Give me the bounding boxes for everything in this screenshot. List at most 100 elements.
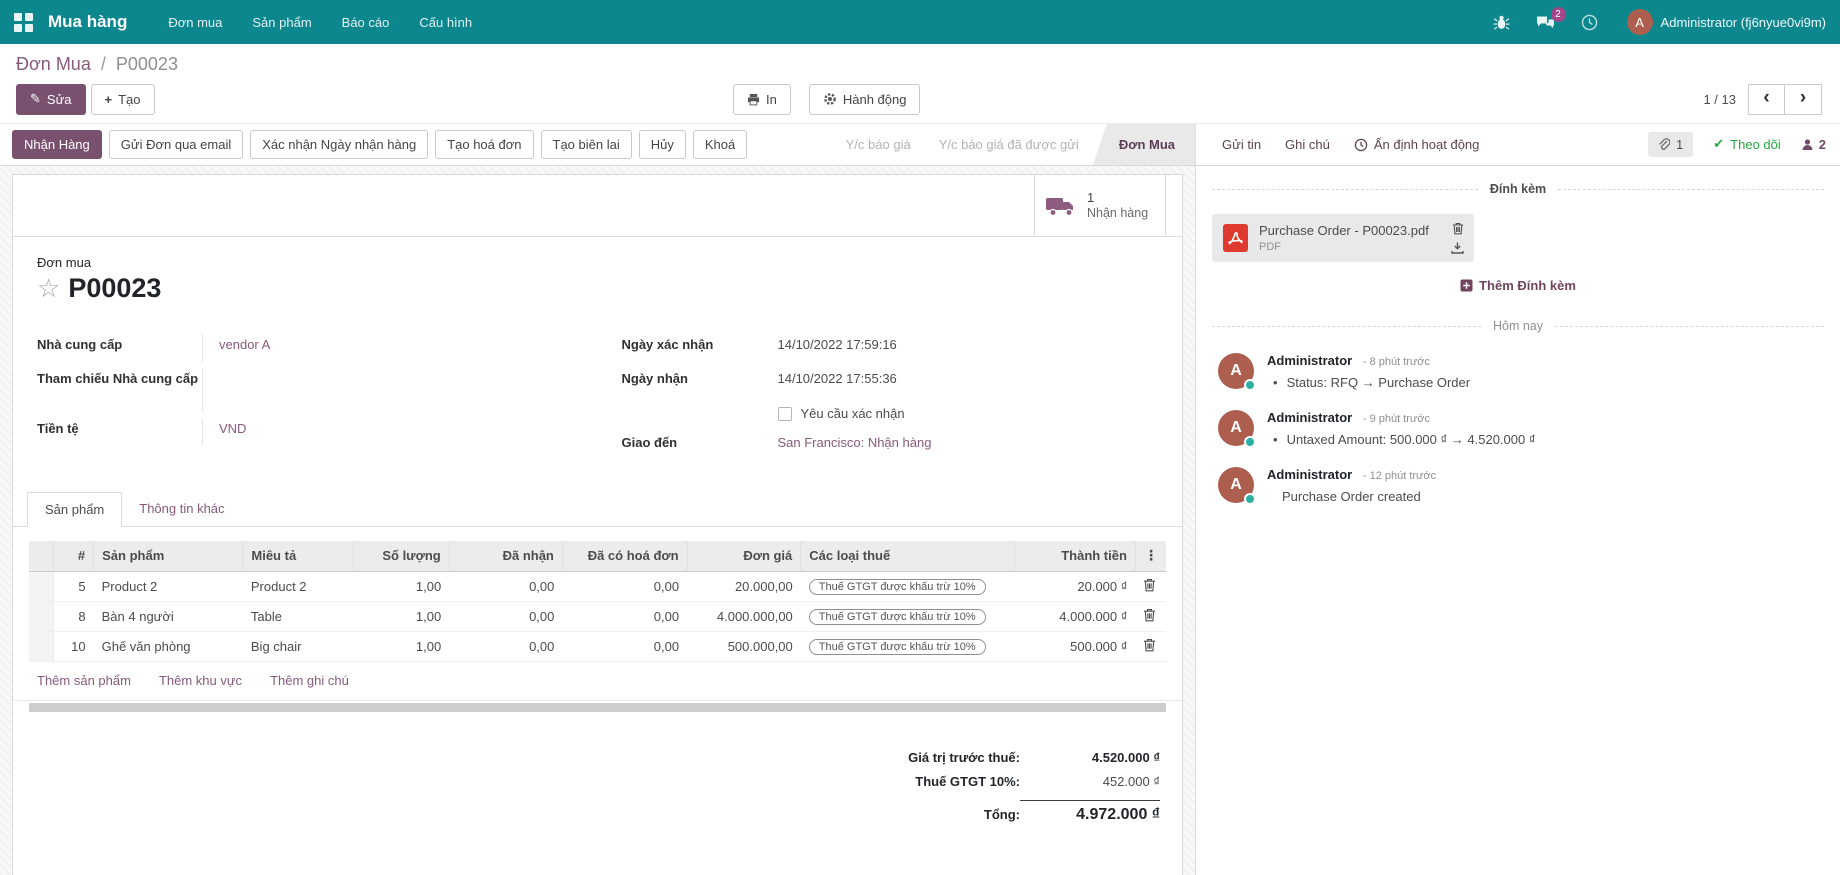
activities-button[interactable] — [1568, 0, 1611, 44]
delete-row-icon[interactable] — [1143, 578, 1156, 592]
cell-billed: 0,00 — [562, 571, 687, 601]
nav-menu-item[interactable]: Báo cáo — [327, 0, 405, 44]
apps-grid-icon — [14, 13, 33, 32]
notebook: Sản phẩm Thông tin khác # Sản phẩm Miêu … — [13, 492, 1182, 712]
message-avatar[interactable]: A — [1218, 353, 1254, 389]
message-author[interactable]: Administrator — [1267, 467, 1352, 482]
log-note-button[interactable]: Ghi chú — [1285, 137, 1330, 152]
online-presence-dot — [1244, 436, 1256, 448]
cell-subtotal: 500.000 ₫ — [1015, 631, 1136, 661]
pager-next-button[interactable]: › — [1785, 84, 1822, 115]
send-message-button[interactable]: Gửi tin — [1222, 137, 1261, 152]
attachment-filename: Purchase Order - P00023.pdf — [1259, 223, 1429, 238]
form-statusbar: Nhận HàngGửi Đơn qua emailXác nhận Ngày … — [0, 124, 1196, 165]
statusbar-action-button[interactable]: Tạo hoá đơn — [435, 130, 533, 159]
column-header-index[interactable]: # — [53, 541, 93, 572]
statusbar-action-button[interactable]: Khoá — [693, 130, 747, 159]
column-header-taxes[interactable]: Các loại thuế — [801, 541, 1015, 572]
edit-button[interactable]: ✎ Sửa — [16, 84, 86, 115]
message-author[interactable]: Administrator — [1267, 353, 1352, 368]
add-attachment-button[interactable]: Thêm Đính kèm — [1196, 278, 1840, 293]
column-header-unit-price[interactable]: Đơn giá — [687, 541, 801, 572]
breadcrumb-parent[interactable]: Đơn Mua — [16, 54, 91, 74]
action-button[interactable]: Hành động — [809, 84, 921, 115]
app-name[interactable]: Mua hàng — [46, 12, 153, 32]
order-line-row[interactable]: 10 Ghế văn phòng Big chair 1,00 0,00 0,0… — [29, 631, 1166, 661]
total-amount-value: 4.972.000 ₫ — [1020, 800, 1160, 824]
field-confirm-date: Ngày xác nhận 14/10/2022 17:59:16 — [622, 334, 1159, 362]
check-icon: ✔ — [1713, 137, 1724, 152]
column-header-description[interactable]: Miêu tả — [243, 541, 353, 572]
message-body: Status: RFQ → Purchase Order — [1287, 375, 1471, 390]
statusbar-action-button[interactable]: Xác nhận Ngày nhận hàng — [250, 130, 428, 159]
status-step[interactable]: Y/c báo giá đã được gửi — [925, 124, 1093, 165]
message-author[interactable]: Administrator — [1267, 410, 1352, 425]
follow-button[interactable]: ✔ Theo dõi — [1713, 137, 1781, 152]
content: 1 Nhận hàng Đơn mua ☆ P00023 Nhà cung cấ… — [0, 166, 1840, 875]
column-header-product[interactable]: Sản phẩm — [94, 541, 243, 572]
cell-taxes: Thuế GTGT được khấu trừ 10% — [801, 571, 1015, 601]
tab-other-info[interactable]: Thông tin khác — [122, 492, 241, 526]
apps-menu-button[interactable] — [0, 0, 46, 44]
delete-row-icon[interactable] — [1143, 638, 1156, 652]
attachments-button[interactable]: 1 — [1648, 132, 1693, 157]
form-view: 1 Nhận hàng Đơn mua ☆ P00023 Nhà cung cấ… — [0, 166, 1196, 875]
pdf-file-icon — [1222, 223, 1249, 253]
statusbar-action-button[interactable]: Hủy — [639, 130, 686, 159]
tax-amount-row: Thuế GTGT 10%: 452.000 ₫ — [830, 774, 1160, 789]
column-header-quantity[interactable]: Số lượng — [353, 541, 449, 572]
order-line-row[interactable]: 8 Bàn 4 người Table 1,00 0,00 0,00 4.000… — [29, 601, 1166, 631]
optional-columns-icon[interactable]: ⋮ — [1135, 541, 1166, 572]
list-add-link[interactable]: Thêm ghi chú — [270, 673, 349, 688]
list-footer-links: Thêm sản phẩm Thêm khu vực Thêm ghi chú — [13, 662, 1182, 701]
column-header-received[interactable]: Đã nhận — [449, 541, 562, 572]
favorite-star-icon[interactable]: ☆ — [37, 276, 60, 304]
messages-button[interactable]: 2 — [1523, 0, 1568, 44]
cell-product: Product 2 — [94, 571, 243, 601]
person-icon — [1801, 138, 1814, 151]
receipt-smart-button[interactable]: 1 Nhận hàng — [1034, 175, 1166, 236]
row-handle[interactable] — [29, 601, 53, 631]
confirm-reminder-checkbox[interactable] — [778, 407, 792, 421]
status-step[interactable]: Đơn Mua — [1093, 124, 1195, 165]
followers-button[interactable]: 2 — [1801, 137, 1826, 152]
attachment-card[interactable]: Purchase Order - P00023.pdf PDF — [1212, 214, 1474, 262]
attachments-separator: Đính kèm — [1212, 182, 1824, 196]
row-handle[interactable] — [29, 631, 53, 661]
nav-menu-item[interactable]: Đơn mua — [153, 0, 237, 44]
message-avatar[interactable]: A — [1218, 410, 1254, 446]
vendor-link[interactable]: vendor A — [219, 334, 270, 362]
statusbar-action-button[interactable]: Gửi Đơn qua email — [109, 130, 243, 159]
attachment-delete-icon[interactable] — [1452, 222, 1464, 235]
debug-button[interactable] — [1480, 0, 1523, 44]
statusbar-action-button[interactable]: Tạo biên lai — [541, 130, 632, 159]
message-body: Untaxed Amount: 500.000 ₫ → 4.520.000 ₫ — [1287, 432, 1536, 447]
attachment-download-icon[interactable] — [1451, 242, 1464, 254]
status-step[interactable]: Y/c báo giá — [832, 124, 925, 165]
list-add-link[interactable]: Thêm khu vực — [159, 673, 242, 688]
tab-products[interactable]: Sản phẩm — [27, 492, 122, 527]
smart-button-count: 1 — [1087, 190, 1148, 206]
horizontal-scrollbar[interactable] — [29, 703, 1166, 712]
currency-link[interactable]: VND — [219, 418, 246, 446]
schedule-activity-button[interactable]: Ấn định hoạt động — [1354, 137, 1480, 152]
message-avatar[interactable]: A — [1218, 467, 1254, 503]
print-button[interactable]: In — [733, 84, 791, 115]
pager-previous-button[interactable]: ‹ — [1748, 84, 1785, 115]
order-line-row[interactable]: 5 Product 2 Product 2 1,00 0,00 0,00 20.… — [29, 571, 1166, 601]
nav-menu-item[interactable]: Cấu hình — [404, 0, 487, 44]
user-menu[interactable]: A Administrator (fj6nyue0vi9m) — [1611, 9, 1826, 35]
nav-menu-item[interactable]: Sản phẩm — [237, 0, 326, 44]
delete-row-icon[interactable] — [1143, 608, 1156, 622]
deliver-to-link[interactable]: San Francisco: Nhận hàng — [778, 432, 932, 460]
statusbar-action-button[interactable]: Nhận Hàng — [12, 130, 102, 159]
create-button[interactable]: + Tạo — [91, 84, 155, 115]
list-add-link[interactable]: Thêm sản phẩm — [37, 673, 131, 688]
column-header-subtotal[interactable]: Thành tiền — [1015, 541, 1136, 572]
online-presence-dot — [1244, 379, 1256, 391]
cell-quantity: 1,00 — [353, 601, 449, 631]
column-header-billed[interactable]: Đã có hoá đơn — [562, 541, 687, 572]
navbar-left: Mua hàng Đơn muaSản phẩmBáo cáoCấu hình — [0, 0, 487, 44]
cell-billed: 0,00 — [562, 601, 687, 631]
row-handle[interactable] — [29, 571, 53, 601]
